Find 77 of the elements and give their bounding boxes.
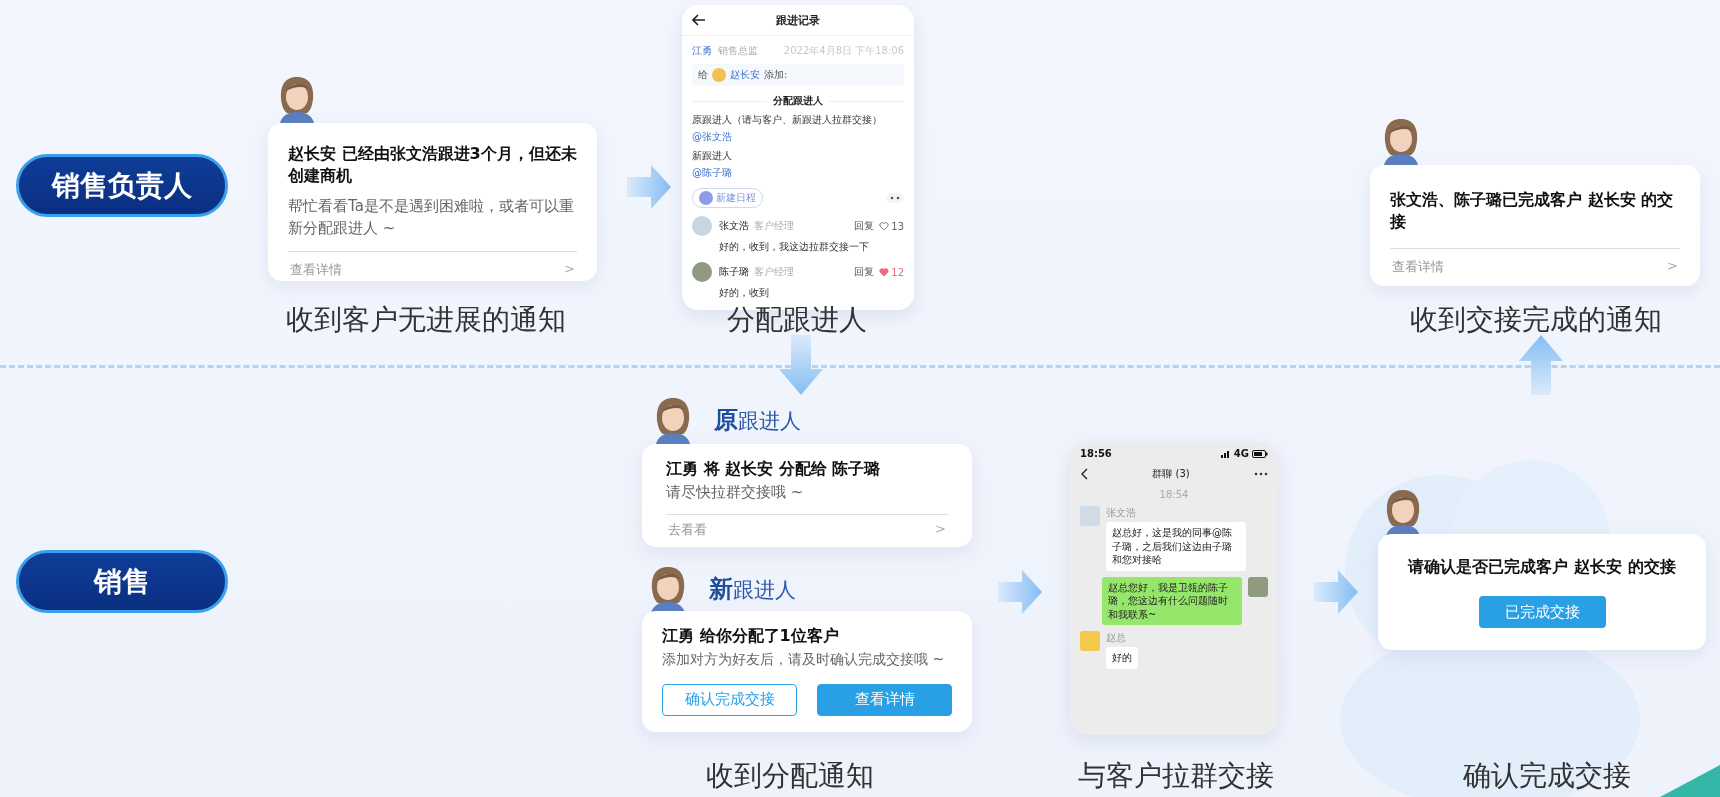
message-bubble: 赵总好，这是我的同事@陈子璐，之后我们这边由子璐和您对接哈: [1106, 522, 1246, 571]
field-label: 新跟进人: [692, 149, 733, 163]
author-role: 销售总监: [718, 44, 758, 58]
flow-arrow: [779, 335, 823, 395]
chat-timestamp: 18:54: [1158, 489, 1190, 500]
notice-title: 张文浩、陈子璐已完成客户 赵长安 的交接: [1390, 189, 1675, 234]
like-count: 13: [891, 220, 904, 232]
detail-link[interactable]: 查看详情: [290, 261, 342, 280]
commenter-name: 张文浩: [719, 219, 749, 233]
detail-link[interactable]: 查看详情: [1392, 257, 1444, 276]
message-bubble: 赵总您好，我是卫瓴的陈子璐，您这边有什么问题随时和我联系~: [1102, 576, 1242, 625]
sender-name: 赵总: [1106, 631, 1127, 645]
network-label: 4G: [1233, 448, 1249, 459]
commenter-name: 陈子璐: [719, 265, 749, 279]
add-prefix: 给: [698, 68, 708, 82]
comment-text: 好的，收到，我这边拉群交接一下: [719, 240, 870, 254]
step-caption: 分配跟进人: [726, 302, 868, 338]
step-caption: 收到交接完成的通知: [1409, 302, 1663, 338]
notice-title: 赵长安 已经由张文浩跟进3个月，但还未创建商机: [288, 143, 577, 188]
commenter-role: 客户经理: [754, 265, 794, 279]
avatar: [692, 262, 712, 282]
step-caption: 收到分配通知: [705, 758, 875, 794]
schedule-button[interactable]: 新建日程: [692, 188, 763, 208]
notice-title: 江勇 给你分配了1位客户: [662, 625, 840, 647]
flow-arrow: [1519, 335, 1563, 395]
back-icon[interactable]: [1080, 468, 1088, 480]
message-bubble: 好的: [1106, 647, 1138, 669]
detail-link[interactable]: 去看看: [668, 521, 707, 540]
customer-name: 赵长安: [730, 68, 760, 82]
section-title: 分配跟进人: [773, 94, 823, 108]
notice-body: 请尽快拉群交接哦 ~: [666, 482, 805, 504]
role-label: 销售负责人: [16, 154, 228, 217]
flow-arrow: [998, 570, 1042, 614]
reply-link[interactable]: 回复: [854, 219, 875, 233]
chevron: >: [564, 261, 575, 279]
add-suffix: 添加:: [764, 68, 788, 82]
confirm-button[interactable]: 确认完成交接: [662, 683, 797, 716]
avatar: [1080, 631, 1100, 651]
commenter-role: 客户经理: [754, 219, 794, 233]
clock: 18:56: [1080, 448, 1112, 459]
back-arrow-icon[interactable]: [692, 14, 706, 26]
signal-icon: [1220, 449, 1231, 458]
chat-title: 群聊 (3): [1152, 467, 1190, 481]
role-heading: 原跟进人: [714, 405, 801, 436]
step-caption: 确认完成交接: [1462, 758, 1632, 794]
flow-arrow: [1314, 570, 1358, 614]
field-label: 原跟进人（请与客户、新跟进人拉群交接）: [692, 113, 883, 127]
more-icon[interactable]: [1254, 472, 1268, 476]
notice-body: 帮忙看看Ta是不是遇到困难啦，或者可以重新分配跟进人 ~: [288, 195, 575, 239]
notice-title: 请确认是否已完成客户 赵长安 的交接: [1406, 556, 1677, 578]
more-icon[interactable]: [886, 193, 904, 203]
battery-icon: [1252, 449, 1268, 458]
screen-title: 跟进记录: [775, 12, 821, 28]
confirm-button[interactable]: 已完成交接: [1478, 596, 1606, 629]
sender-name: 张文浩: [1106, 506, 1137, 520]
avatar: [1248, 576, 1268, 597]
heart-icon[interactable]: [879, 221, 890, 231]
flow-arrow: [627, 165, 671, 209]
mention-link[interactable]: @陈子璐: [692, 166, 904, 180]
role-label: 销售: [16, 550, 228, 613]
role-heading: 新跟进人: [709, 574, 796, 605]
like-count: 12: [891, 266, 904, 278]
avatar: [712, 68, 726, 82]
avatar: [692, 216, 712, 236]
chevron: >: [1667, 257, 1678, 275]
avatar: [1080, 506, 1100, 526]
author-name: 江勇: [692, 44, 712, 58]
heart-icon[interactable]: [879, 267, 890, 277]
step-caption: 收到客户无进展的通知: [285, 302, 567, 338]
mention-link[interactable]: @张文浩: [692, 130, 904, 144]
reply-link[interactable]: 回复: [854, 265, 875, 279]
step-caption: 与客户拉群交接: [1077, 758, 1275, 794]
view-button[interactable]: 查看详情: [817, 683, 952, 716]
notice-title: 江勇 将 赵长安 分配给 陈子璐: [666, 458, 882, 480]
notice-body: 添加对方为好友后，请及时确认完成交接哦 ~: [662, 650, 946, 670]
chevron: >: [935, 521, 946, 539]
comment-text: 好的，收到: [719, 286, 770, 300]
